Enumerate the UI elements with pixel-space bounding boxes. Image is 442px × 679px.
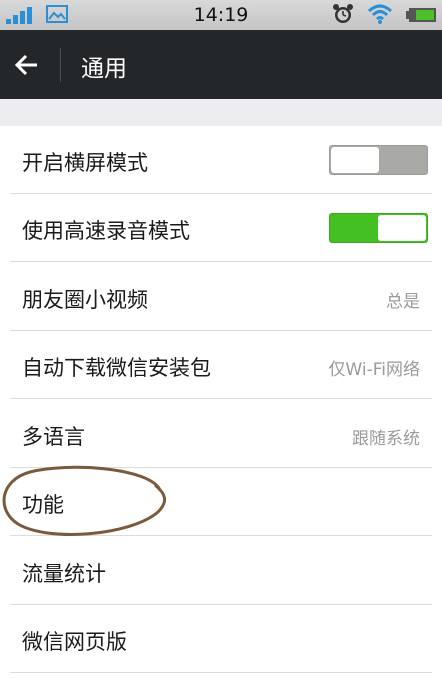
setting-landscape-mode[interactable]: 开启横屏模式: [0, 126, 442, 194]
row-divider: [10, 261, 432, 262]
setting-label: 微信网页版: [22, 630, 127, 654]
setting-label: 使用高速录音模式: [22, 219, 190, 243]
page-title: 通用: [81, 56, 127, 82]
setting-moments-video[interactable]: 朋友圈小视频 总是: [0, 263, 442, 331]
app-bar: 通用: [0, 30, 442, 99]
settings-list: 开启横屏模式 使用高速录音模式 朋友圈小视频 总是 自动下载微信安装包 仅Wi-…: [0, 126, 442, 679]
setting-label: 自动下载微信安装包: [22, 356, 211, 380]
setting-label: 开启横屏模式: [22, 151, 148, 175]
setting-label: 朋友圈小视频: [22, 288, 148, 312]
setting-auto-download[interactable]: 自动下载微信安装包 仅Wi-Fi网络: [0, 331, 442, 399]
landscape-mode-toggle[interactable]: [329, 145, 428, 175]
fast-recording-toggle[interactable]: [329, 213, 428, 243]
setting-fast-recording[interactable]: 使用高速录音模式: [0, 194, 442, 262]
setting-value: 总是: [386, 292, 420, 312]
setting-data-usage[interactable]: 流量统计: [0, 537, 442, 605]
setting-web-wechat[interactable]: 微信网页版: [0, 605, 442, 673]
battery-icon: [406, 8, 436, 22]
section-gap: [0, 99, 442, 126]
setting-features[interactable]: 功能: [0, 468, 442, 536]
row-divider: [10, 535, 432, 536]
row-divider: [10, 398, 432, 399]
setting-value: 跟随系统: [352, 429, 420, 449]
setting-label: 功能: [22, 493, 64, 517]
setting-label: 多语言: [22, 425, 85, 449]
setting-label: 流量统计: [22, 562, 106, 586]
setting-value: 仅Wi-Fi网络: [328, 360, 420, 380]
wifi-icon: [367, 4, 393, 24]
row-divider: [10, 672, 432, 673]
back-arrow-icon[interactable]: [14, 52, 40, 78]
status-bar: 14:19: [0, 0, 442, 31]
header-divider: [60, 48, 61, 82]
setting-language[interactable]: 多语言 跟随系统: [0, 400, 442, 468]
alarm-icon: [333, 4, 353, 23]
